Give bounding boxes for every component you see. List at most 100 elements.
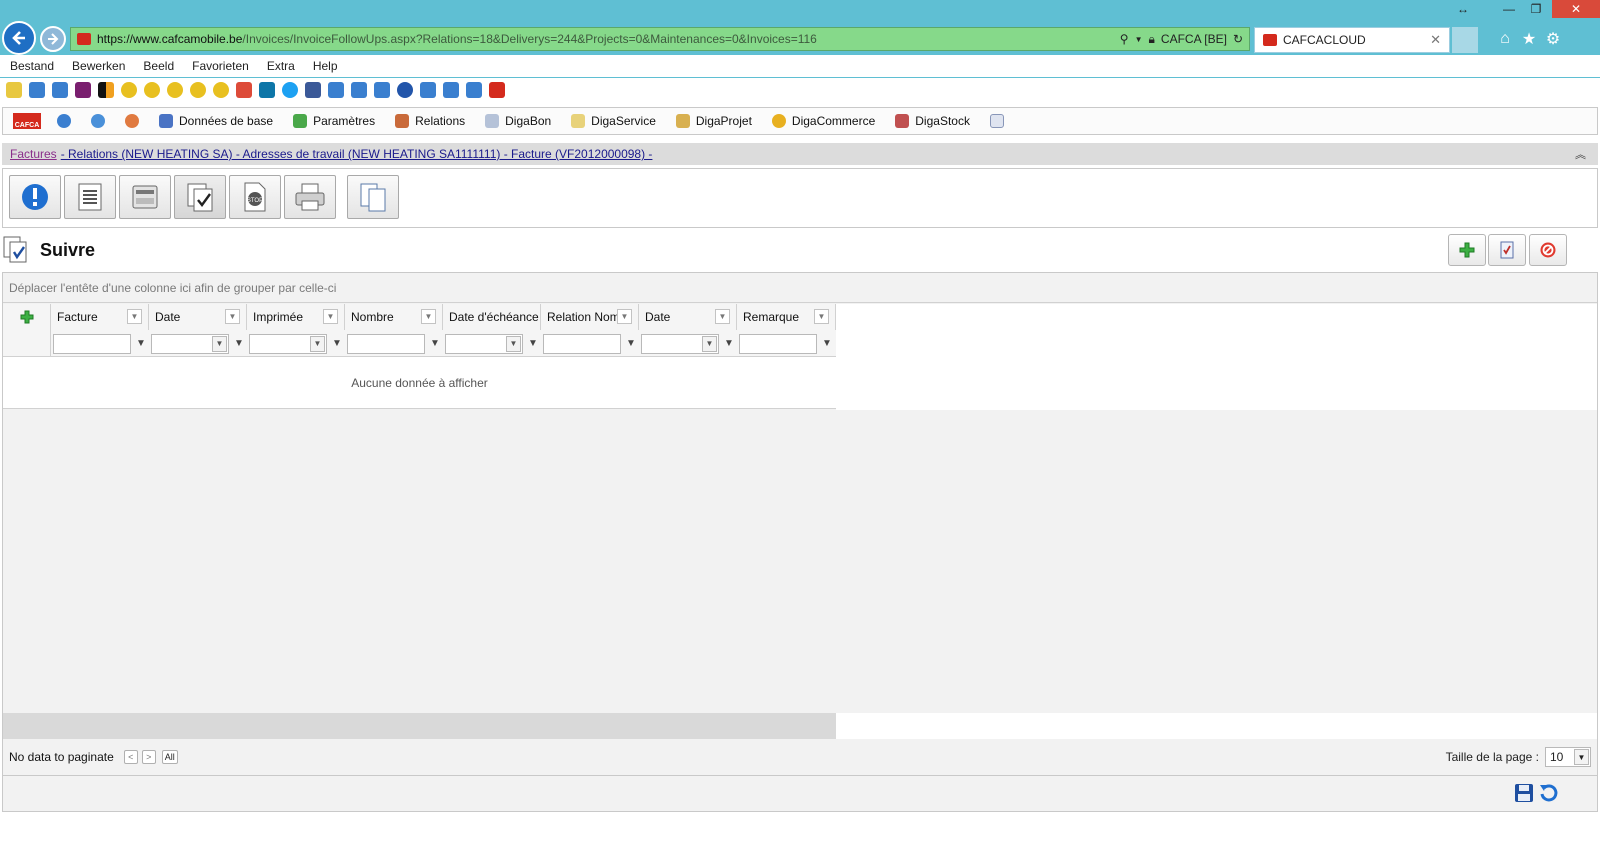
bookmark-icon[interactable]	[98, 82, 114, 98]
prev-page-button[interactable]: <	[123, 750, 138, 764]
facebook-icon[interactable]	[305, 82, 321, 98]
cafca-logo[interactable]: CAFCA	[13, 113, 41, 129]
google-plus-icon[interactable]	[236, 82, 252, 98]
column-header-relation-nom[interactable]: Relation Nom ▼	[541, 304, 639, 330]
breadcrumb-path-link[interactable]: - Relations (NEW HEATING SA) - Adresses …	[61, 147, 653, 161]
nav-relations[interactable]: Relations	[385, 108, 475, 134]
breadcrumb-factures-link[interactable]: Factures	[10, 147, 57, 161]
column-menu-icon[interactable]: ▼	[617, 309, 632, 324]
dropdown-icon[interactable]: ▼	[1135, 35, 1143, 44]
dropdown-icon[interactable]: ▼	[506, 335, 521, 352]
payment-button[interactable]	[119, 175, 171, 219]
filter-date-2-input[interactable]: ▼	[641, 333, 719, 354]
filter-icon[interactable]: ▼	[134, 337, 148, 351]
next-page-button[interactable]: >	[141, 750, 156, 764]
filter-date-input[interactable]: ▼	[151, 333, 229, 354]
back-button[interactable]	[2, 21, 36, 55]
column-menu-icon[interactable]: ▼	[715, 309, 730, 324]
add-row-button[interactable]	[3, 304, 51, 330]
menu-beeld[interactable]: Beeld	[143, 59, 174, 73]
dropdown-icon[interactable]: ▼	[1574, 749, 1589, 765]
ie-link-icon[interactable]	[374, 82, 390, 98]
filter-remarque-input[interactable]	[739, 333, 817, 354]
column-header-facture[interactable]: Facture ▼	[51, 304, 149, 330]
filter-icon[interactable]: ▼	[722, 337, 736, 351]
group-by-panel[interactable]: Déplacer l'entête d'une colonne ici afin…	[3, 273, 1597, 303]
column-header-imprimee[interactable]: Imprimée ▼	[247, 304, 345, 330]
nav-parametres[interactable]: Paramètres	[283, 108, 385, 134]
add-favorite-icon[interactable]	[6, 82, 22, 98]
ie-link-icon[interactable]	[466, 82, 482, 98]
forward-button[interactable]	[40, 26, 66, 52]
home-icon[interactable]: ⌂	[1493, 28, 1517, 50]
ie-link-icon[interactable]	[420, 82, 436, 98]
menu-extra[interactable]: Extra	[267, 59, 295, 73]
nav-digaprojet[interactable]: DigaProjet	[666, 108, 762, 134]
column-header-date-echeance[interactable]: Date d'échéance	[443, 304, 541, 330]
nav-digaservice[interactable]: DigaService	[561, 108, 666, 134]
address-bar[interactable]: https://www.cafcamobile.be /Invoices/Inv…	[70, 27, 1250, 51]
globe-nav-button[interactable]	[47, 108, 81, 134]
cafca-favicon-icon[interactable]	[489, 82, 505, 98]
linkedin-icon[interactable]	[259, 82, 275, 98]
cert-label[interactable]: CAFCA [BE]	[1161, 32, 1227, 46]
filter-date-echeance-input[interactable]: ▼	[445, 333, 523, 354]
filter-icon[interactable]: ▼	[526, 337, 540, 351]
filter-relation-nom-input[interactable]	[543, 333, 621, 354]
filter-nombre-input[interactable]	[347, 333, 425, 354]
tab-close-icon[interactable]: ✕	[1430, 32, 1441, 48]
menu-bewerken[interactable]: Bewerken	[72, 59, 125, 73]
nav-digabon[interactable]: DigaBon	[475, 108, 561, 134]
menu-favorieten[interactable]: Favorieten	[192, 59, 249, 73]
minimize-button[interactable]: —	[1496, 0, 1522, 18]
column-menu-icon[interactable]: ▼	[814, 309, 829, 324]
bookmark-icon[interactable]	[213, 82, 229, 98]
column-header-date[interactable]: Date ▼	[149, 304, 247, 330]
add-button[interactable]	[1448, 234, 1486, 266]
column-menu-icon[interactable]: ▼	[225, 309, 240, 324]
follow-up-button[interactable]	[174, 175, 226, 219]
column-menu-icon[interactable]: ▼	[127, 309, 142, 324]
menu-bestand[interactable]: Bestand	[10, 59, 54, 73]
page-size-select[interactable]: 10 ▼	[1545, 747, 1591, 767]
column-header-date-2[interactable]: Date ▼	[639, 304, 737, 330]
ie-link-icon[interactable]	[328, 82, 344, 98]
column-menu-icon[interactable]: ▼	[323, 309, 338, 324]
checklist-nav-button[interactable]	[980, 108, 1014, 134]
ie-link-icon[interactable]	[52, 82, 68, 98]
new-tab-button[interactable]	[1452, 27, 1478, 53]
bookmark-icon[interactable]	[167, 82, 183, 98]
settings-gear-icon[interactable]: ⚙	[1541, 28, 1565, 50]
search-icon[interactable]: ⚲	[1120, 32, 1129, 46]
horizontal-scrollbar[interactable]	[3, 713, 836, 739]
lock-icon[interactable]: 🔒︎	[1149, 32, 1155, 47]
filter-icon[interactable]: ▼	[428, 337, 442, 351]
bookmark-icon[interactable]	[121, 82, 137, 98]
h-site-icon[interactable]	[75, 82, 91, 98]
column-header-nombre[interactable]: Nombre ▼	[345, 304, 443, 330]
save-icon[interactable]	[1513, 782, 1535, 804]
column-header-remarque[interactable]: Remarque ▼	[737, 304, 836, 330]
nav-digastock[interactable]: DigaStock	[885, 108, 980, 134]
resize-icon[interactable]: ↔	[1450, 0, 1476, 18]
globe-icon[interactable]	[397, 82, 413, 98]
refresh-icon[interactable]: ↻	[1233, 32, 1243, 46]
bill-button[interactable]: STOP	[229, 175, 281, 219]
restore-button[interactable]: ❐	[1522, 0, 1550, 18]
menu-help[interactable]: Help	[313, 59, 338, 73]
nav-donnees-de-base[interactable]: Données de base	[149, 108, 283, 134]
undo-refresh-icon[interactable]	[1538, 782, 1560, 804]
filter-facture-input[interactable]	[53, 333, 131, 354]
filter-icon[interactable]: ▼	[330, 337, 344, 351]
all-pages-button[interactable]: All	[161, 750, 178, 764]
print-button[interactable]	[284, 175, 336, 219]
cancel-button[interactable]	[1529, 234, 1567, 266]
details-button[interactable]	[64, 175, 116, 219]
validate-button[interactable]	[1488, 234, 1526, 266]
dropdown-icon[interactable]: ▼	[702, 335, 717, 352]
twitter-icon[interactable]	[282, 82, 298, 98]
nav-digacommerce[interactable]: DigaCommerce	[762, 108, 885, 134]
user-nav-button[interactable]	[115, 108, 149, 134]
ie-link-icon[interactable]	[29, 82, 45, 98]
favorites-star-icon[interactable]: ★	[1517, 28, 1541, 50]
